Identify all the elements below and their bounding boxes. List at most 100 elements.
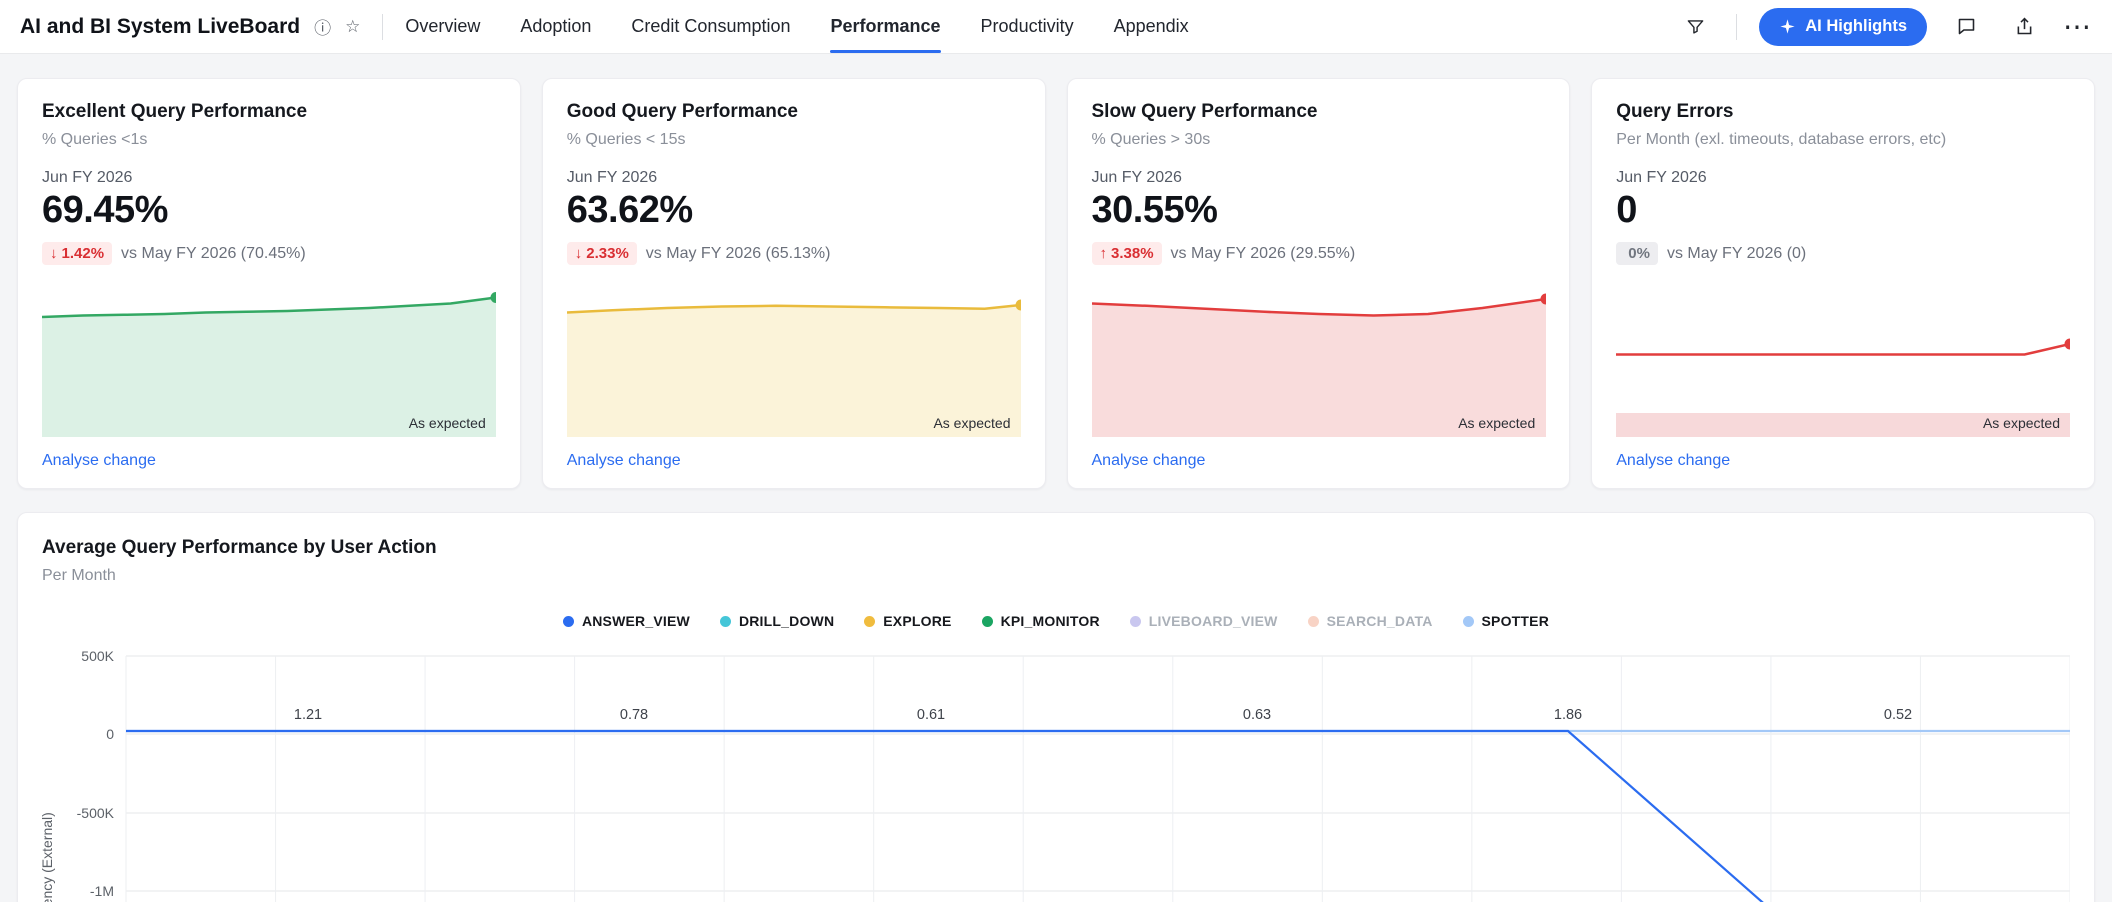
kpi-value: 0 <box>1616 189 2070 232</box>
legend-item-search_data[interactable]: SEARCH_DATA <box>1308 613 1433 629</box>
svg-text:1.21: 1.21 <box>294 707 322 723</box>
svg-text:0.61: 0.61 <box>917 707 945 723</box>
liveboard-body: Excellent Query Performance % Queries <1… <box>0 54 2112 902</box>
kpi-period: Jun FY 2026 <box>42 169 496 187</box>
tab-bar: Overview Adoption Credit Consumption Per… <box>405 0 1188 53</box>
kpi-card-query-errors: Query Errors Per Month (exl. timeouts, d… <box>1591 78 2095 489</box>
kpi-sparkline: As expected <box>1092 287 1546 437</box>
kpi-title: Query Errors <box>1616 101 2070 123</box>
query-latency-chart-svg: 500K0-500K-1M1.210.780.610.631.860.52Que… <box>42 645 2070 902</box>
legend-item-kpi_monitor[interactable]: KPI_MONITOR <box>982 613 1100 629</box>
change-pct: 2.33% <box>586 245 629 262</box>
change-badge: ↑3.38% <box>1092 242 1162 265</box>
change-badge: ↓1.42% <box>42 242 112 265</box>
comments-button[interactable] <box>1947 8 1985 46</box>
star-icon[interactable]: ☆ <box>345 17 360 37</box>
kpi-period: Jun FY 2026 <box>567 169 1021 187</box>
kpi-change-row: ↑3.38% vs May FY 2026 (29.55%) <box>1092 242 1546 265</box>
change-comparison: vs May FY 2026 (65.13%) <box>646 245 831 263</box>
filter-icon <box>1686 17 1705 36</box>
legend-label: LIVEBOARD_VIEW <box>1149 613 1278 629</box>
kpi-change-row: ↓1.42% vs May FY 2026 (70.45%) <box>42 242 496 265</box>
legend-dot <box>982 616 993 627</box>
legend-dot <box>720 616 731 627</box>
change-comparison: vs May FY 2026 (0) <box>1667 245 1806 263</box>
tab-adoption[interactable]: Adoption <box>520 0 591 53</box>
kpi-sparkline: As expected <box>1616 287 2070 437</box>
kpi-sparkline: As expected <box>567 287 1021 437</box>
change-badge: 0% <box>1616 242 1658 265</box>
legend-label: DRILL_DOWN <box>739 613 834 629</box>
legend-label: EXPLORE <box>883 613 951 629</box>
kpi-title: Excellent Query Performance <box>42 101 496 123</box>
sparkle-icon <box>1779 18 1796 35</box>
chart-title: Average Query Performance by User Action <box>42 537 2070 559</box>
analyse-change-link[interactable]: Analyse change <box>1616 452 1730 470</box>
tab-credit-consumption[interactable]: Credit Consumption <box>631 0 790 53</box>
legend-dot <box>1308 616 1319 627</box>
legend-dot <box>1130 616 1141 627</box>
average-query-performance-card: Average Query Performance by User Action… <box>17 512 2095 902</box>
legend-label: KPI_MONITOR <box>1001 613 1100 629</box>
change-arrow-icon: ↓ <box>575 245 583 262</box>
kpi-card-slow-query-performance: Slow Query Performance % Queries > 30s J… <box>1067 78 1571 489</box>
svg-text:Query Latency (External): Query Latency (External) <box>42 812 55 902</box>
legend-item-spotter[interactable]: SPOTTER <box>1463 613 1550 629</box>
topbar-actions: AI Highlights ⋯ <box>1676 8 2092 46</box>
more-options-button[interactable]: ⋯ <box>2063 17 2092 37</box>
kpi-value: 30.55% <box>1092 189 1546 232</box>
analyse-change-link[interactable]: Analyse change <box>42 452 156 470</box>
change-badge: ↓2.33% <box>567 242 637 265</box>
share-button[interactable] <box>2005 8 2043 46</box>
ai-highlights-label: AI Highlights <box>1805 17 1907 36</box>
change-arrow-icon: ↑ <box>1100 245 1108 262</box>
as-expected-label: As expected <box>409 415 486 431</box>
kpi-subtitle: % Queries > 30s <box>1092 131 1546 151</box>
tab-appendix[interactable]: Appendix <box>1114 0 1189 53</box>
change-comparison: vs May FY 2026 (29.55%) <box>1171 245 1356 263</box>
comment-icon <box>1956 16 1977 37</box>
kpi-title: Good Query Performance <box>567 101 1021 123</box>
legend-item-drill_down[interactable]: DRILL_DOWN <box>720 613 834 629</box>
change-comparison: vs May FY 2026 (70.45%) <box>121 245 306 263</box>
tab-overview[interactable]: Overview <box>405 0 480 53</box>
divider <box>1736 14 1737 40</box>
divider <box>382 14 383 40</box>
svg-text:-500K: -500K <box>77 805 115 821</box>
legend-label: ANSWER_VIEW <box>582 613 690 629</box>
kpi-change-row: ↓2.33% vs May FY 2026 (65.13%) <box>567 242 1021 265</box>
legend-item-liveboard_view[interactable]: LIVEBOARD_VIEW <box>1130 613 1278 629</box>
kpi-title: Slow Query Performance <box>1092 101 1546 123</box>
kpi-period: Jun FY 2026 <box>1616 169 2070 187</box>
analyse-change-link[interactable]: Analyse change <box>567 452 681 470</box>
kpi-value: 63.62% <box>567 189 1021 232</box>
kpi-subtitle: % Queries < 15s <box>567 131 1021 151</box>
legend-item-answer_view[interactable]: ANSWER_VIEW <box>563 613 690 629</box>
svg-text:0.63: 0.63 <box>1243 707 1271 723</box>
legend-label: SPOTTER <box>1482 613 1550 629</box>
legend-item-explore[interactable]: EXPLORE <box>864 613 951 629</box>
chart-legend: ANSWER_VIEW DRILL_DOWN EXPLORE KPI_MONITOR L… <box>42 613 2070 629</box>
kpi-card-excellent-query-performance: Excellent Query Performance % Queries <1… <box>17 78 521 489</box>
kpi-change-row: 0% vs May FY 2026 (0) <box>1616 242 2070 265</box>
tab-productivity[interactable]: Productivity <box>981 0 1074 53</box>
legend-label: SEARCH_DATA <box>1327 613 1433 629</box>
kpi-row: Excellent Query Performance % Queries <1… <box>17 78 2095 489</box>
kpi-sparkline: As expected <box>42 287 496 437</box>
svg-text:-1M: -1M <box>90 883 114 899</box>
filter-button[interactable] <box>1676 8 1714 46</box>
kpi-period: Jun FY 2026 <box>1092 169 1546 187</box>
liveboard-title: AI and BI System LiveBoard <box>20 15 300 39</box>
ai-highlights-button[interactable]: AI Highlights <box>1759 8 1927 46</box>
analyse-change-link[interactable]: Analyse change <box>1092 452 1206 470</box>
svg-text:0.52: 0.52 <box>1884 707 1912 723</box>
tab-performance[interactable]: Performance <box>830 0 940 53</box>
main-plot: 500K0-500K-1M1.210.780.610.631.860.52Que… <box>42 645 2070 902</box>
svg-text:500K: 500K <box>81 648 114 664</box>
svg-text:0.78: 0.78 <box>620 707 648 723</box>
kpi-value: 69.45% <box>42 189 496 232</box>
as-expected-label: As expected <box>933 415 1010 431</box>
kpi-card-good-query-performance: Good Query Performance % Queries < 15s J… <box>542 78 1046 489</box>
topbar: AI and BI System LiveBoard ⓘ ☆ Overview … <box>0 0 2112 54</box>
info-icon[interactable]: ⓘ <box>314 14 331 39</box>
